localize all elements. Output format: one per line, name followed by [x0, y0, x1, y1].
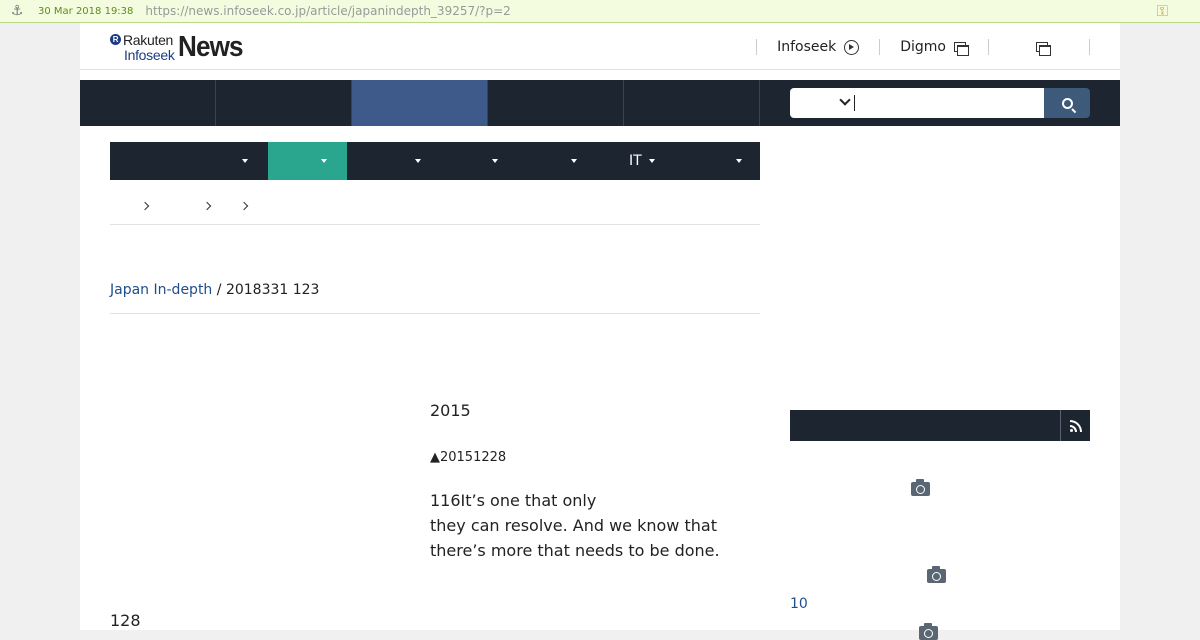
breadcrumb — [110, 193, 760, 225]
global-nav-item[interactable] — [624, 80, 760, 126]
archive-logo-icon[interactable]: ⚓ — [8, 2, 26, 20]
global-nav — [80, 80, 1120, 126]
rss-icon — [1069, 419, 1082, 432]
archive-capture-date[interactable]: 30 Mar 2018 19:38 — [38, 6, 133, 17]
chevron-right-icon — [140, 201, 150, 211]
archive-url[interactable]: https://news.infoseek.co.jp/article/japa… — [145, 4, 510, 18]
article-year-heading: 2015 — [430, 401, 471, 420]
article-image-caption: ▲20151228 — [430, 450, 507, 465]
logo-news: News — [177, 30, 243, 63]
category-tab[interactable] — [506, 142, 586, 180]
article-meta-separator: / — [216, 282, 222, 298]
search-form — [790, 88, 1090, 118]
external-window-icon — [1036, 41, 1051, 56]
caret-down-icon — [321, 159, 327, 163]
article-paragraph: 128 — [110, 611, 141, 630]
category-tab[interactable] — [110, 142, 268, 180]
key-icon[interactable]: ⚿ — [1157, 2, 1168, 20]
category-tab-label: IT — [629, 153, 642, 169]
site-logo[interactable]: R Rakuten Infoseek News — [110, 31, 249, 63]
digmo-link-label: Digmo — [900, 39, 946, 55]
global-nav-item[interactable] — [80, 80, 216, 126]
chevron-down-icon — [839, 94, 851, 106]
page: R Rakuten Infoseek News Infoseek Digmo I… — [80, 23, 1120, 640]
article-quote-line: 116It’s one that only — [430, 491, 597, 510]
logo-infoseek: Infoseek — [124, 46, 175, 63]
category-nav: IT — [110, 142, 760, 180]
category-tab[interactable] — [427, 142, 506, 180]
external-link[interactable] — [989, 36, 1089, 58]
caret-down-icon — [492, 159, 498, 163]
site-header: R Rakuten Infoseek News Infoseek Digmo — [80, 23, 1120, 70]
logo-rakuten: R Rakuten — [110, 33, 175, 47]
global-nav-item[interactable] — [216, 80, 352, 126]
infoseek-link[interactable]: Infoseek — [757, 39, 879, 55]
article-source-link[interactable]: Japan In-depth — [110, 282, 212, 298]
caret-down-icon — [415, 159, 421, 163]
search-category-select[interactable] — [790, 88, 853, 118]
category-tab-it[interactable]: IT — [586, 142, 665, 180]
search-button[interactable] — [1044, 88, 1090, 118]
digmo-link[interactable]: Digmo — [880, 39, 988, 56]
category-tab[interactable] — [665, 142, 760, 180]
rss-button[interactable] — [1060, 410, 1090, 441]
category-tab[interactable] — [347, 142, 427, 180]
caret-down-icon — [571, 159, 577, 163]
chevron-right-icon — [202, 201, 212, 211]
logo-rakuten-text: Rakuten — [123, 31, 174, 48]
global-nav-item-active[interactable] — [352, 80, 488, 126]
category-tab-active[interactable] — [268, 142, 347, 180]
caret-down-icon — [736, 159, 742, 163]
infoseek-link-label: Infoseek — [777, 39, 837, 55]
camera-icon — [927, 566, 946, 583]
caret-down-icon — [242, 159, 248, 163]
article-meta: Japan In-depth / 2018331 123 — [110, 282, 760, 314]
article-date: 2018331 123 — [225, 282, 320, 298]
camera-icon — [911, 479, 930, 496]
text-caret — [854, 95, 855, 111]
header-links: Infoseek Digmo — [756, 36, 1090, 58]
sidebar-count-link[interactable]: 10 — [790, 596, 808, 612]
header-divider — [1089, 39, 1090, 55]
circle-arrow-icon — [844, 39, 860, 55]
rakuten-r-icon: R — [110, 34, 121, 45]
archive-toolbar: ⚓ 30 Mar 2018 19:38 https://news.infosee… — [0, 0, 1200, 23]
caret-down-icon — [649, 159, 655, 163]
camera-icon — [919, 623, 938, 640]
search-input[interactable] — [853, 88, 1044, 118]
global-nav-item[interactable] — [488, 80, 624, 126]
article-quote-line: they can resolve. And we know that — [430, 516, 717, 535]
article-quote-line: there’s more that needs to be done. — [430, 541, 720, 560]
chevron-right-icon — [239, 201, 249, 211]
search-icon — [1061, 97, 1073, 109]
sidebar-ranking-header — [790, 410, 1090, 441]
external-window-icon — [954, 41, 969, 56]
